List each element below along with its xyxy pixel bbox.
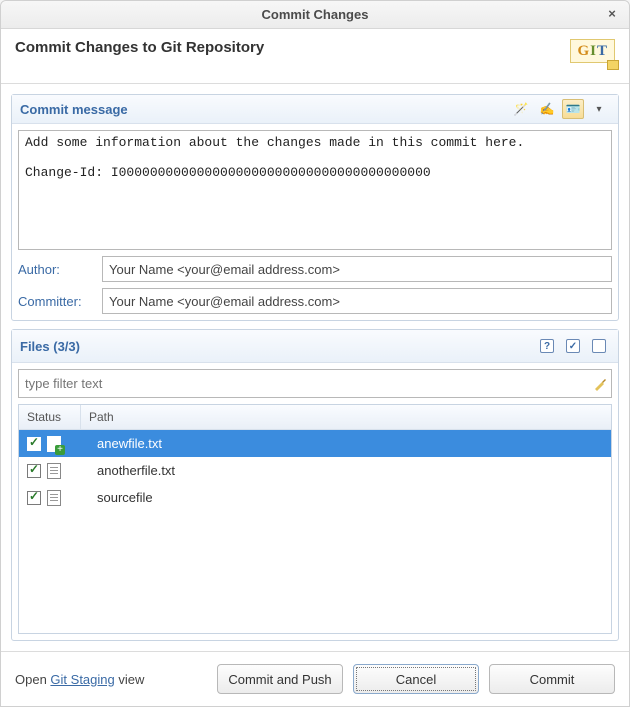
row-path: anewfile.txt	[83, 436, 603, 451]
commit-panel-head: Commit message 🪄 ✍️ 🪪 ▾	[12, 95, 618, 124]
file-icon	[47, 436, 61, 452]
dialog-footer: Open Git Staging view Commit and Push Ca…	[1, 651, 629, 706]
window-title: Commit Changes	[262, 7, 369, 22]
clear-filter-icon[interactable]	[589, 377, 611, 391]
chevron-down-icon[interactable]: ▾	[588, 99, 610, 119]
row-status	[27, 436, 77, 452]
close-icon[interactable]: ×	[603, 5, 621, 23]
dialog-header: Commit Changes to Git Repository GIT	[1, 29, 629, 84]
col-status[interactable]: Status	[19, 405, 81, 429]
files-toolbar: ? ✓	[536, 336, 610, 356]
filter-row	[18, 369, 612, 398]
deselect-all-icon[interactable]	[588, 336, 610, 356]
cancel-button[interactable]: Cancel	[353, 664, 479, 694]
footer-view-text: view	[115, 672, 145, 687]
commit-toolbar: 🪄 ✍️ 🪪 ▾	[510, 99, 610, 119]
page-title: Commit Changes to Git Repository	[15, 39, 264, 56]
git-staging-link[interactable]: Git Staging	[50, 672, 114, 687]
commit-and-push-button[interactable]: Commit and Push	[217, 664, 343, 694]
commit-button[interactable]: Commit	[489, 664, 615, 694]
amend-icon[interactable]: 🪄	[510, 99, 532, 119]
signoff-icon[interactable]: ✍️	[536, 99, 558, 119]
committer-input[interactable]	[102, 288, 612, 314]
committer-label: Committer:	[18, 294, 96, 309]
col-path[interactable]: Path	[81, 405, 611, 429]
checkbox-icon[interactable]	[27, 491, 41, 505]
commit-message-panel: Commit message 🪄 ✍️ 🪪 ▾ Author: Committe…	[11, 94, 619, 321]
files-panel-head: Files (3/3) ? ✓	[12, 330, 618, 363]
git-logo-icon: GIT	[570, 39, 615, 63]
filter-input[interactable]	[19, 370, 589, 397]
files-table: Status Path anewfile.txt anotherfile.txt s…	[18, 404, 612, 634]
author-label: Author:	[18, 262, 96, 277]
row-path: anotherfile.txt	[83, 463, 603, 478]
footer-open-text: Open	[15, 672, 50, 687]
button-row: Commit and Push Cancel Commit	[217, 664, 615, 694]
author-committer-fields: Author: Committer:	[18, 256, 612, 314]
table-body: anewfile.txt anotherfile.txt sourcefile	[19, 430, 611, 633]
checkbox-icon[interactable]	[27, 464, 41, 478]
commit-dialog: Commit Changes × Commit Changes to Git R…	[0, 0, 630, 707]
row-status	[27, 463, 77, 479]
checkbox-icon[interactable]	[27, 437, 41, 451]
help-icon[interactable]: ?	[536, 336, 558, 356]
files-panel-title: Files (3/3)	[20, 339, 80, 354]
commit-panel-title: Commit message	[20, 102, 128, 117]
file-icon	[47, 490, 61, 506]
table-row[interactable]: sourcefile	[19, 484, 611, 511]
table-header: Status Path	[19, 405, 611, 430]
table-row[interactable]: anewfile.txt	[19, 430, 611, 457]
row-status	[27, 490, 77, 506]
footer-hint: Open Git Staging view	[15, 672, 144, 687]
changeid-icon[interactable]: 🪪	[562, 99, 584, 119]
select-all-icon[interactable]: ✓	[562, 336, 584, 356]
table-row[interactable]: anotherfile.txt	[19, 457, 611, 484]
author-input[interactable]	[102, 256, 612, 282]
row-path: sourcefile	[83, 490, 603, 505]
commit-message-textarea[interactable]	[18, 130, 612, 250]
dialog-content: Commit message 🪄 ✍️ 🪪 ▾ Author: Committe…	[1, 84, 629, 651]
file-icon	[47, 463, 61, 479]
files-panel: Files (3/3) ? ✓ Status Path anewfile.	[11, 329, 619, 641]
titlebar: Commit Changes ×	[1, 1, 629, 29]
